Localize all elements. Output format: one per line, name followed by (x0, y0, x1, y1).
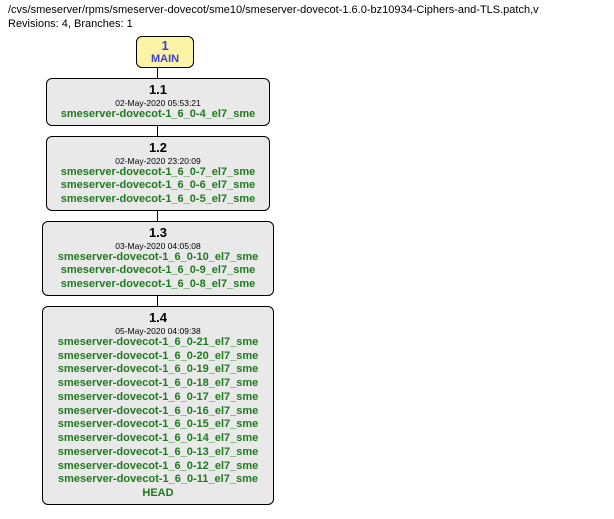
revision-tag: smeserver-dovecot-1_6_0-20_el7_sme (51, 350, 265, 364)
revision-tag: smeserver-dovecot-1_6_0-6_el7_sme (55, 179, 261, 193)
revision-date: 02-May-2020 05:53:21 (55, 98, 261, 108)
branch-number: 1 (151, 39, 179, 53)
revision-tag: smeserver-dovecot-1_6_0-4_el7_sme (55, 108, 261, 122)
revision-number: 1.4 (51, 310, 265, 326)
revision-tag: smeserver-dovecot-1_6_0-5_el7_sme (55, 193, 261, 207)
revision-date: 02-May-2020 23:20:09 (55, 156, 261, 166)
revision-tag: smeserver-dovecot-1_6_0-12_el7_sme (51, 460, 265, 474)
revision-tag: HEAD (51, 487, 265, 501)
revision-tag: smeserver-dovecot-1_6_0-16_el7_sme (51, 405, 265, 419)
revision-tag: smeserver-dovecot-1_6_0-13_el7_sme (51, 446, 265, 460)
revision-tag: smeserver-dovecot-1_6_0-18_el7_sme (51, 377, 265, 391)
revision-node: 1.405-May-2020 04:09:38smeserver-dovecot… (42, 306, 274, 505)
revision-tag: smeserver-dovecot-1_6_0-17_el7_sme (51, 391, 265, 405)
connector (157, 68, 158, 78)
revision-node: 1.102-May-2020 05:53:21smeserver-dovecot… (46, 78, 270, 126)
revision-date: 05-May-2020 04:09:38 (51, 326, 265, 336)
file-path: /cvs/smeserver/rpms/smeserver-dovecot/sm… (8, 4, 614, 16)
revision-tag: smeserver-dovecot-1_6_0-21_el7_sme (51, 336, 265, 350)
revision-tag: smeserver-dovecot-1_6_0-8_el7_sme (51, 278, 265, 292)
revision-tag: smeserver-dovecot-1_6_0-9_el7_sme (51, 264, 265, 278)
branch-name: MAIN (151, 53, 179, 65)
revision-date: 03-May-2020 04:05:08 (51, 241, 265, 251)
revision-tag: smeserver-dovecot-1_6_0-15_el7_sme (51, 418, 265, 432)
revision-graph: 1 MAIN 1.102-May-2020 05:53:21smeserver-… (8, 36, 614, 505)
connector (157, 296, 158, 306)
revisions-summary: Revisions: 4, Branches: 1 (8, 18, 614, 30)
revision-tag: smeserver-dovecot-1_6_0-10_el7_sme (51, 251, 265, 265)
revision-node: 1.202-May-2020 23:20:09smeserver-dovecot… (46, 136, 270, 211)
revision-number: 1.3 (51, 225, 265, 241)
connector (157, 211, 158, 221)
revision-tag: smeserver-dovecot-1_6_0-11_el7_sme (51, 473, 265, 487)
revision-node: 1.303-May-2020 04:05:08smeserver-dovecot… (42, 221, 274, 296)
revision-tag: smeserver-dovecot-1_6_0-14_el7_sme (51, 432, 265, 446)
revision-number: 1.2 (55, 140, 261, 156)
revision-tag: smeserver-dovecot-1_6_0-19_el7_sme (51, 363, 265, 377)
revision-tag: smeserver-dovecot-1_6_0-7_el7_sme (55, 166, 261, 180)
revision-number: 1.1 (55, 82, 261, 98)
branch-node: 1 MAIN (136, 36, 194, 68)
connector (157, 126, 158, 136)
